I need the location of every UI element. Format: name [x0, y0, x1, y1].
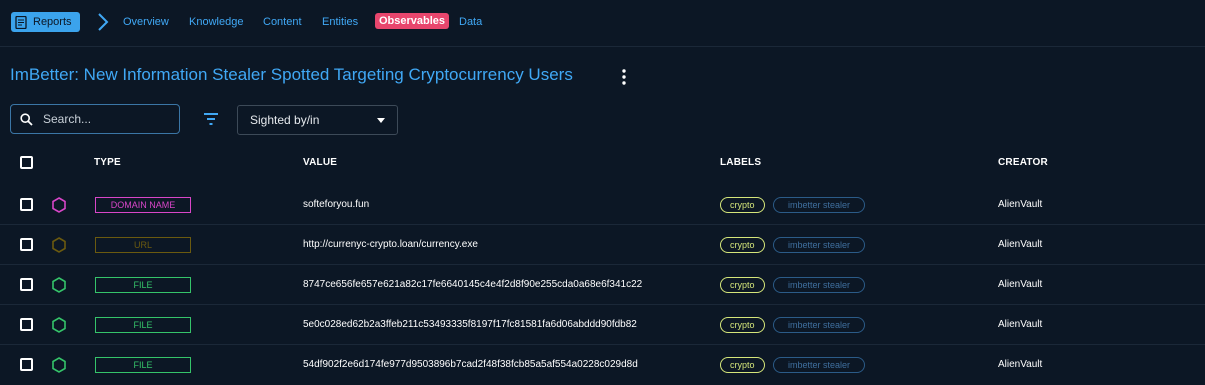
tab-entities[interactable]: Entities	[322, 16, 358, 28]
reports-button[interactable]: Reports	[11, 12, 80, 32]
select-value: Sighted by/in	[250, 113, 320, 127]
search-box	[10, 104, 180, 134]
label-chip: crypto	[720, 197, 765, 213]
row-checkbox[interactable]	[20, 198, 33, 211]
label-chip: crypto	[720, 237, 765, 253]
top-navigation: Reports Overview Knowledge Content Entit…	[0, 0, 1205, 47]
row-checkbox[interactable]	[20, 318, 33, 331]
file-icon	[52, 317, 66, 333]
column-header-creator[interactable]: CREATOR	[998, 157, 1048, 168]
type-badge: FILE	[95, 357, 191, 373]
observable-value: http://currenyc-crypto.loan/currency.exe	[303, 239, 478, 250]
search-input[interactable]	[41, 111, 171, 127]
filter-icon[interactable]	[203, 112, 219, 126]
column-header-type[interactable]: TYPE	[94, 157, 121, 168]
tab-observables[interactable]: Observables	[375, 13, 450, 29]
file-icon	[52, 277, 66, 293]
observable-value: 8747ce656fe657e621a82c17fe6640145c4e4f2d…	[303, 279, 643, 290]
tab-overview[interactable]: Overview	[123, 16, 169, 28]
type-badge: URL	[95, 237, 191, 253]
row-checkbox[interactable]	[20, 358, 33, 371]
tab-knowledge[interactable]: Knowledge	[189, 16, 243, 28]
document-icon	[15, 15, 27, 29]
observable-value: 5e0c028ed62b2a3ffeb211c53493335f8197f17f…	[303, 319, 637, 330]
file-icon	[52, 357, 66, 373]
domain-name-icon	[52, 197, 66, 213]
label-chip: crypto	[720, 357, 765, 373]
observable-value: 54df902f2e6d174fe977d9503896b7cad2f48f38…	[303, 359, 638, 370]
creator-name: AlienVault	[998, 279, 1043, 290]
select-all-checkbox[interactable]	[20, 156, 33, 169]
label-chip: imbetter stealer	[773, 277, 865, 293]
row-checkbox[interactable]	[20, 238, 33, 251]
observable-value: softeforyou.fun	[303, 199, 370, 210]
label-chip: imbetter stealer	[773, 237, 865, 253]
column-header-value[interactable]: VALUE	[303, 157, 337, 168]
creator-name: AlienVault	[998, 199, 1043, 210]
chevron-right-icon	[98, 13, 109, 31]
table-row[interactable]: DOMAIN NAME softeforyou.fun crypto imbet…	[0, 185, 1205, 225]
creator-name: AlienVault	[998, 359, 1043, 370]
table-row[interactable]: URL http://currenyc-crypto.loan/currency…	[0, 225, 1205, 265]
page-title: ImBetter: New Information Stealer Spotte…	[10, 65, 573, 84]
table-row[interactable]: FILE 8747ce656fe657e621a82c17fe6640145c4…	[0, 265, 1205, 305]
creator-name: AlienVault	[998, 239, 1043, 250]
reports-label: Reports	[33, 16, 72, 28]
tab-data[interactable]: Data	[459, 16, 482, 28]
table-row[interactable]: FILE 5e0c028ed62b2a3ffeb211c53493335f819…	[0, 305, 1205, 345]
more-options-icon[interactable]	[618, 68, 630, 86]
type-badge: FILE	[95, 277, 191, 293]
caret-down-icon	[377, 118, 385, 123]
row-checkbox[interactable]	[20, 278, 33, 291]
label-chip: imbetter stealer	[773, 317, 865, 333]
sighted-by-select[interactable]: Sighted by/in	[237, 105, 398, 135]
column-header-labels[interactable]: LABELS	[720, 157, 761, 168]
label-chip: imbetter stealer	[773, 197, 865, 213]
table-row[interactable]: FILE 54df902f2e6d174fe977d9503896b7cad2f…	[0, 345, 1205, 385]
tab-content[interactable]: Content	[263, 16, 302, 28]
label-chip: crypto	[720, 317, 765, 333]
label-chip: crypto	[720, 277, 765, 293]
url-icon	[52, 237, 66, 253]
type-badge: DOMAIN NAME	[95, 197, 191, 213]
label-chip: imbetter stealer	[773, 357, 865, 373]
creator-name: AlienVault	[998, 319, 1043, 330]
search-icon	[20, 112, 33, 126]
type-badge: FILE	[95, 317, 191, 333]
